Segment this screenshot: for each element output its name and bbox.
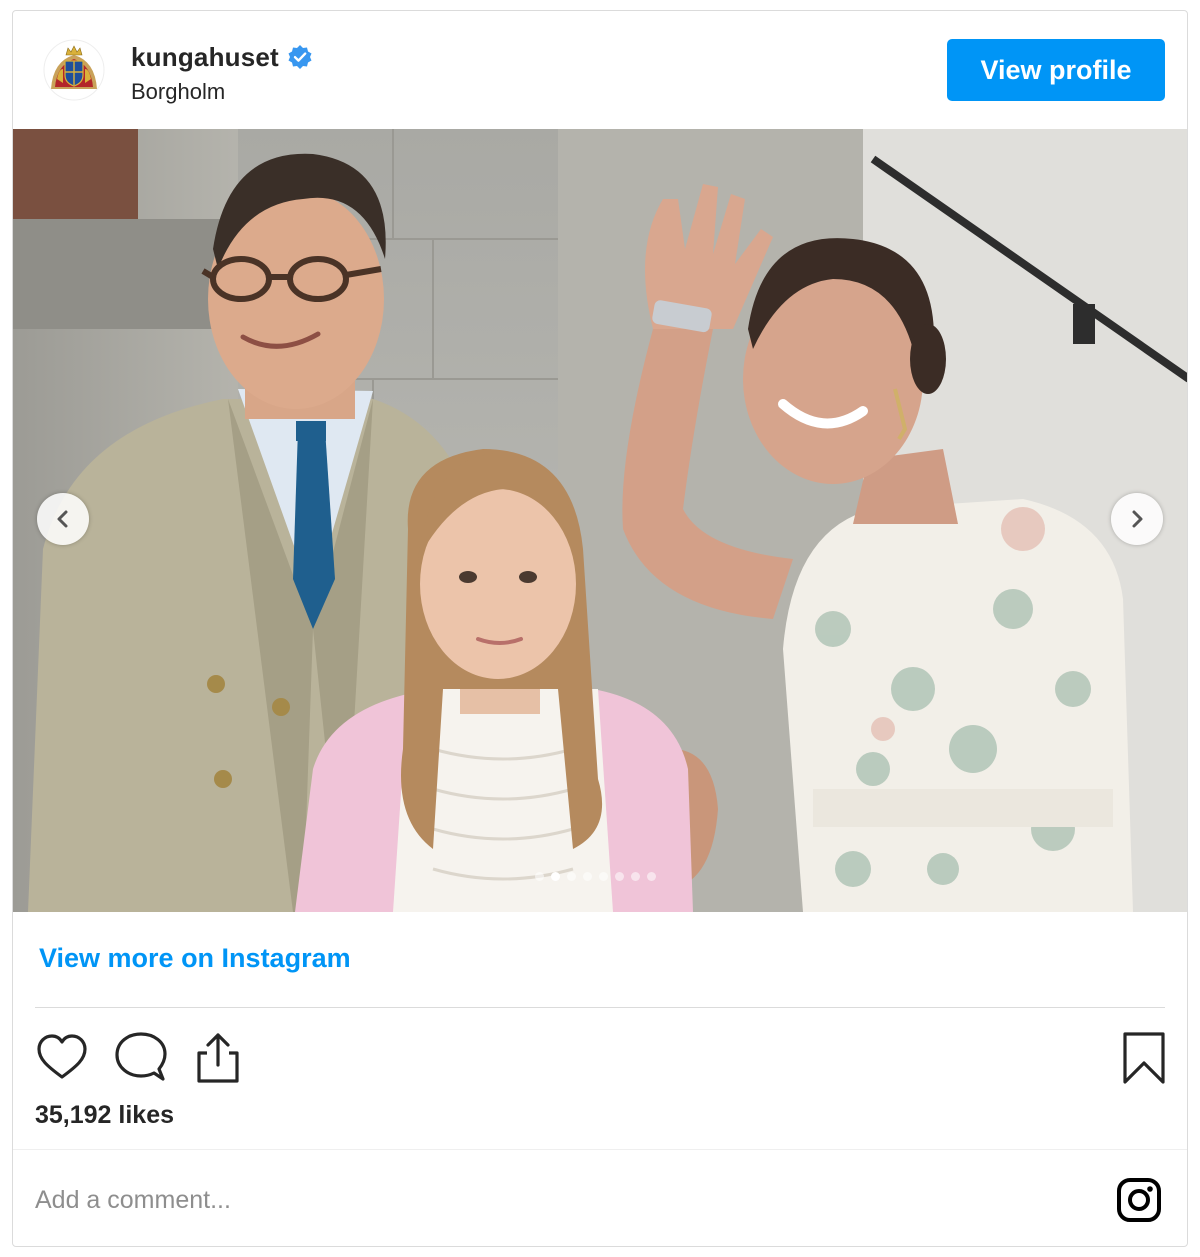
comment-bar: [13, 1149, 1187, 1246]
carousel-dot: [583, 872, 592, 881]
carousel-dot: [599, 872, 608, 881]
divider: [35, 1007, 1165, 1008]
post-photo[interactable]: [13, 129, 1187, 912]
instagram-embed-card: kungahuset Borgholm View profile View mo…: [12, 10, 1188, 1247]
likes-count[interactable]: 35,192 likes: [35, 1101, 174, 1130]
bookmark-icon[interactable]: [1115, 1029, 1173, 1087]
share-icon[interactable]: [189, 1029, 247, 1087]
username-row: kungahuset: [131, 41, 313, 73]
next-slide-button[interactable]: [1111, 493, 1163, 545]
username[interactable]: kungahuset: [131, 42, 279, 73]
comment-input[interactable]: [35, 1178, 935, 1222]
carousel-dot: [567, 872, 576, 881]
carousel-dot-active: [551, 872, 560, 881]
location-link[interactable]: Borgholm: [131, 79, 225, 105]
previous-slide-button[interactable]: [37, 493, 89, 545]
heart-icon[interactable]: [33, 1029, 91, 1087]
avatar[interactable]: [43, 39, 105, 101]
view-profile-button[interactable]: View profile: [947, 39, 1165, 101]
carousel-dot: [647, 872, 656, 881]
view-more-link[interactable]: View more on Instagram: [39, 943, 351, 974]
post-header: kungahuset Borgholm View profile: [13, 11, 1187, 129]
instagram-icon[interactable]: [1115, 1176, 1163, 1224]
verified-badge-icon: [288, 45, 312, 69]
action-bar: [13, 1021, 1187, 1101]
carousel-dot: [615, 872, 624, 881]
carousel-dot: [535, 872, 544, 881]
carousel-indicator: [535, 872, 656, 881]
chevron-right-icon: [1132, 510, 1143, 528]
comment-icon[interactable]: [111, 1029, 169, 1087]
chevron-left-icon: [57, 510, 68, 528]
carousel-dot: [631, 872, 640, 881]
photo-scene: [13, 129, 1187, 912]
